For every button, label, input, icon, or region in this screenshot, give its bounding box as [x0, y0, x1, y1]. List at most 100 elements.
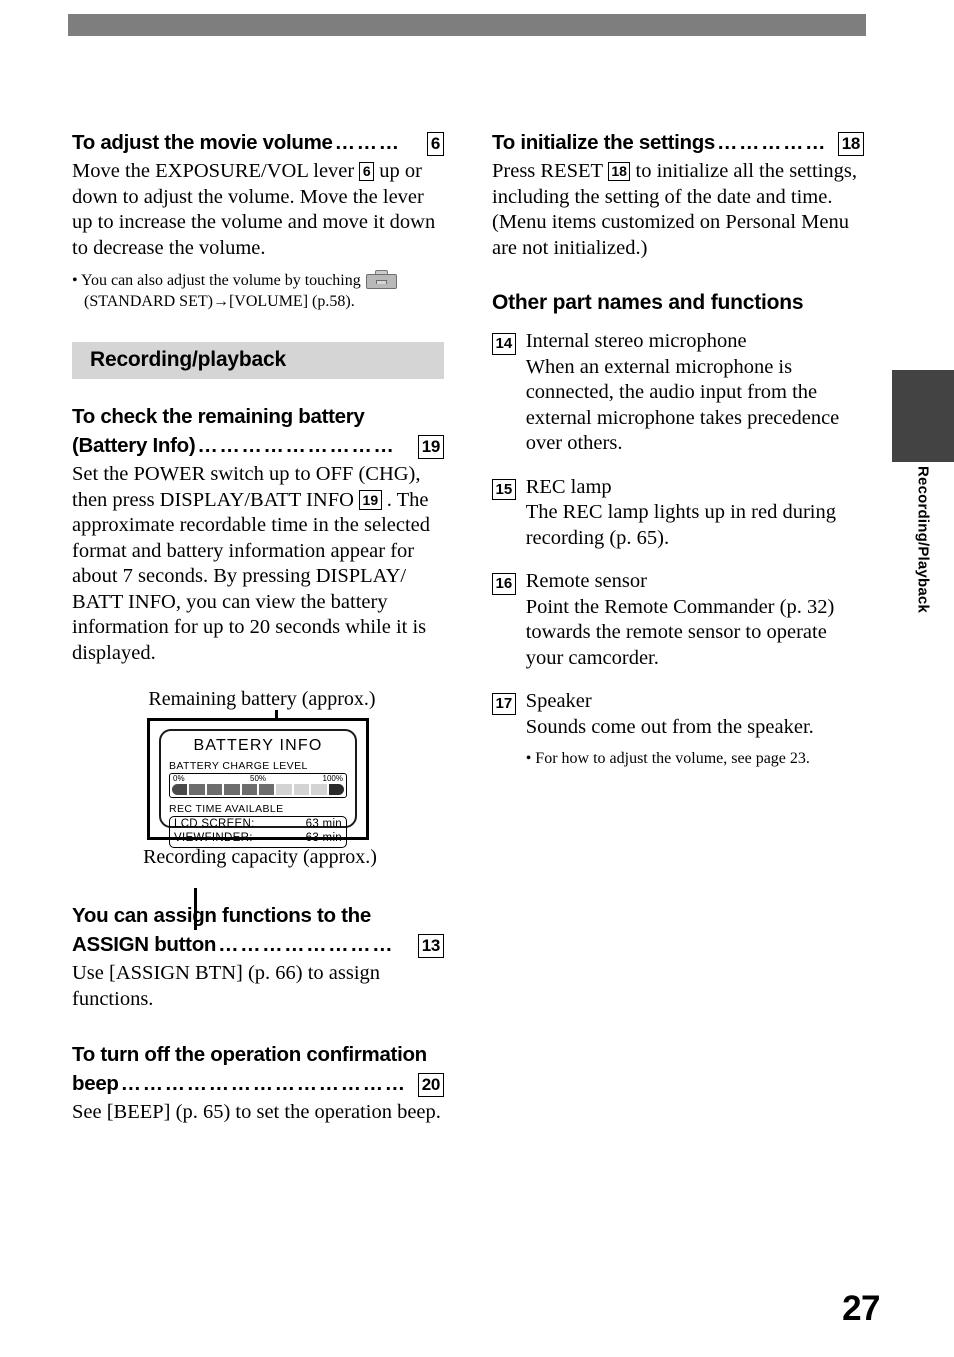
right-column: To initialize the settings …………… 18 Pres…: [492, 130, 864, 787]
gauge-scale-mid: 50%: [249, 774, 267, 783]
left-column: To adjust the movie volume ……… 6 Move th…: [72, 130, 444, 1126]
initialize-body-note: (Menu items customized on Personal Menu …: [492, 211, 849, 259]
part-list-item: 15 REC lamp The REC lamp lights up in red …: [492, 475, 864, 552]
chapter-tab-block: [892, 370, 954, 462]
callout-ref-17: 17: [492, 693, 516, 715]
part-body: REC lamp The REC lamp lights up in red du…: [526, 475, 864, 552]
section-beep: To turn off the operation confirmation b…: [72, 1042, 444, 1126]
chapter-tab-label: Recording/Playback: [892, 462, 954, 692]
part-number-wrap: 17: [492, 689, 516, 769]
gauge-segment: [328, 784, 345, 795]
setup-toolbox-icon: [365, 270, 397, 289]
section-assign-button: You can assign functions to the ASSIGN b…: [72, 903, 444, 1012]
gauge-segment: [311, 784, 327, 795]
gauge-segment: [224, 784, 240, 795]
rec-time-row-label: LCD SCREEN:: [174, 818, 255, 830]
gauge-segment: [172, 784, 188, 795]
gauge-segment: [259, 784, 275, 795]
callout-ref-20: 20: [417, 1072, 444, 1097]
lcd-rec-time-label: REC TIME AVAILABLE: [169, 803, 284, 815]
lcd-charge-level-label: BATTERY CHARGE LEVEL: [169, 760, 308, 772]
movie-volume-body-line-1: Move the EXPOSURE/VOL lever: [72, 160, 355, 182]
heading-beep-text: beep: [72, 1072, 119, 1095]
leader-line-bottom: [194, 888, 197, 930]
heading-battery-check-text: (Battery Info): [72, 434, 196, 457]
part-body: Internal stereo microphone When an extern…: [526, 329, 864, 457]
heading-initialize-text: To initialize the settings: [492, 131, 716, 154]
part-title: Internal stereo microphone: [525, 330, 747, 352]
callout-ref-18: 18: [837, 131, 864, 156]
heading-battery-check-line-2: (Battery Info) ……………………… 19: [72, 433, 444, 459]
gauge-segment: [189, 784, 205, 795]
heading-leader-dots: ………………………: [197, 434, 396, 457]
lcd-title: BATTERY INFO: [193, 737, 323, 754]
section-battery-info: To check the remaining battery (Battery …: [72, 404, 444, 666]
heading-leader-dots: ……………: [717, 131, 828, 154]
battery-info-figure: Remaining battery (approx.) BATTERY INFO…: [72, 688, 444, 930]
assign-button-body: Use [ASSIGN BTN] (p. 66) to assign funct…: [72, 962, 381, 1010]
gauge-segment: [293, 784, 310, 795]
battery-check-body-part-2: . The approximate recordable time in the…: [72, 488, 431, 664]
figure-caption-remaining-battery: Remaining battery (approx.): [148, 688, 376, 710]
gauge-segment: [206, 784, 223, 795]
section-movie-volume: To adjust the movie volume ……… 6 Move th…: [72, 130, 444, 312]
gauge-scale-max: 100%: [322, 774, 343, 783]
heading-assign-text: ASSIGN button: [72, 933, 217, 956]
gauge-scale: 0% 50% 100%: [172, 774, 344, 784]
movie-volume-bullet: • You can also adjust the volume by touc…: [72, 270, 444, 312]
other-parts-list: 14 Internal stereo microphone When an exte…: [492, 329, 864, 769]
lcd-screen-frame: BATTERY INFO BATTERY CHARGE LEVEL 0% 50%…: [147, 718, 369, 848]
movie-volume-bullet-suffix: (STANDARD SET)→[VOLUME] (p.58).: [84, 293, 355, 310]
inline-ref-19: 19: [359, 490, 382, 510]
part-description: When an external microphone is connected…: [525, 355, 840, 455]
part-number-wrap: 14: [492, 329, 516, 457]
heading-beep-line-2: beep ………………………………… 20: [72, 1071, 444, 1097]
callout-ref-14: 14: [492, 333, 516, 355]
movie-volume-body: Move the EXPOSURE/VOL lever 6 up or down…: [72, 159, 444, 261]
rec-time-row-value: 63 min: [305, 818, 342, 830]
part-title: REC lamp: [525, 475, 612, 498]
initialize-body-part-1: Press RESET: [492, 160, 603, 182]
section-band-recording-playback: Recording/playback: [72, 342, 444, 379]
gauge-scale-min: 0%: [173, 774, 185, 783]
part-list-item: 14 Internal stereo microphone When an exte…: [492, 329, 864, 457]
inline-ref-6: 6: [359, 161, 375, 181]
part-description: Point the Remote Commander (p. 32) towar…: [525, 595, 835, 669]
heading-assign-line-2: ASSIGN button …………………… 13: [72, 932, 444, 958]
inline-ref-18: 18: [607, 161, 631, 181]
beep-body: See [BEEP] (p. 65) to set the operation …: [72, 1101, 441, 1123]
gauge-segments: [172, 784, 345, 795]
part-number-wrap: 15: [492, 475, 516, 552]
movie-volume-bullet-prefix: • You can also adjust the volume by touc…: [72, 272, 361, 289]
callout-ref-6: 6: [426, 131, 444, 156]
heading-initialize: To initialize the settings …………… 18: [492, 130, 864, 156]
header-accent-band: [68, 14, 866, 36]
rec-time-row-label: VIEWFINDER:: [174, 831, 253, 844]
part-title: Remote sensor: [525, 570, 647, 592]
heading-battery-check-line-1: To check the remaining battery: [72, 405, 365, 428]
heading-movie-volume-text: To adjust the movie volume: [72, 131, 333, 154]
section-initialize-settings: To initialize the settings …………… 18 Pres…: [492, 130, 864, 261]
part-list-item: 17 Speaker Sounds come out from the speake…: [492, 689, 864, 769]
gauge-segment: [276, 784, 292, 795]
rec-time-table: LCD SCREEN: 63 min VIEWFINDER: 63 min: [169, 816, 347, 848]
rec-time-row: VIEWFINDER: 63 min: [174, 832, 342, 846]
gauge-segment: [241, 784, 258, 795]
lcd-screen: BATTERY INFO BATTERY CHARGE LEVEL 0% 50%…: [159, 729, 357, 848]
figure-caption-recording-capacity: Recording capacity (approx.): [143, 846, 377, 868]
callout-ref-16: 16: [492, 573, 516, 595]
part-description: The REC lamp lights up in red during rec…: [525, 501, 837, 549]
heading-leader-dots: …………………………………: [120, 1072, 407, 1095]
initialize-body: Press RESET 18 to initialize all the set…: [492, 159, 864, 210]
part-title: Speaker: [525, 690, 592, 712]
callout-ref-15: 15: [492, 478, 516, 500]
battery-check-body: Set the POWER switch up to OFF (CHG), th…: [72, 462, 444, 666]
heading-leader-dots: ……………………: [218, 933, 395, 956]
part-list-item: 16 Remote sensor Point the Remote Commande…: [492, 569, 864, 671]
heading-movie-volume: To adjust the movie volume ……… 6: [72, 130, 444, 156]
heading-leader-dots: ………: [334, 131, 401, 154]
rec-time-row: LCD SCREEN: 63 min: [174, 818, 342, 832]
part-number-wrap: 16: [492, 569, 516, 671]
heading-other-part-names: Other part names and functions: [492, 291, 804, 314]
part-body: Speaker Sounds come out from the speaker.…: [526, 689, 864, 769]
